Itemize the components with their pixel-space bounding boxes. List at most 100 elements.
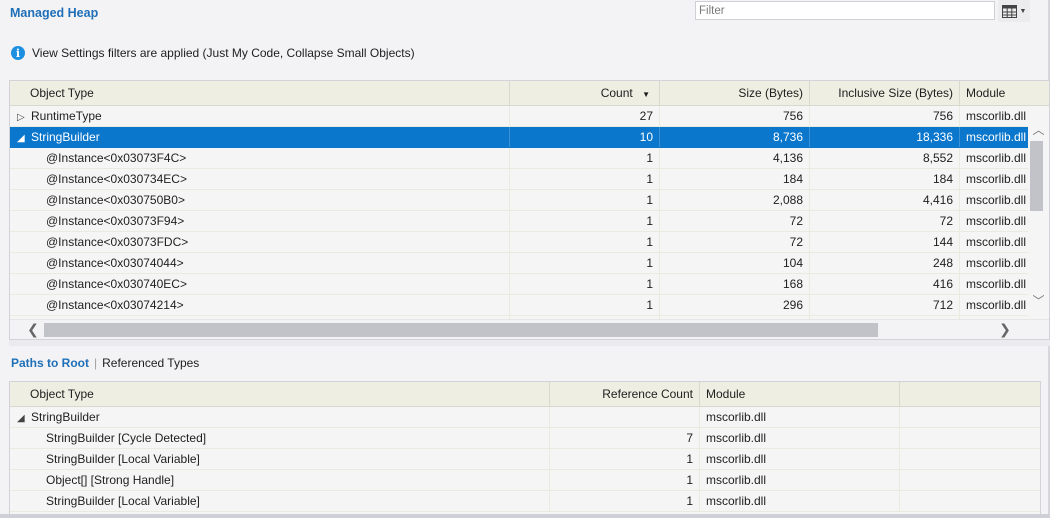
- cell-object-type: Object[] [Strong Handle]: [10, 470, 550, 490]
- table-header: Object Type Count ▼ Size (Bytes) Inclusi…: [10, 81, 1049, 106]
- cell-object-type: @Instance<0x030734EC>: [10, 169, 510, 189]
- object-type-label: StringBuilder: [31, 130, 100, 144]
- cell-module: mscorlib.dll: [966, 109, 1027, 123]
- table-row[interactable]: ◢ StringBuilder 10 8,736 18,336 mscorlib.dll: [10, 127, 1030, 148]
- column-header-inclusive-size[interactable]: Inclusive Size (Bytes): [810, 81, 960, 106]
- cell-empty: [900, 491, 1040, 511]
- cell-object-type: ◢ StringBuilder: [10, 127, 510, 147]
- cell-size: 72: [660, 211, 810, 231]
- cell-object-type: @Instance<0x03074214>: [10, 295, 510, 315]
- vertical-scroll-thumb[interactable]: [1030, 141, 1043, 211]
- cell-count: 27: [510, 106, 660, 126]
- table-row[interactable]: @Instance<0x03074214> 1 296 712 mscorlib.dll: [10, 295, 1030, 316]
- filters-info-banner: i View Settings filters are applied (Jus…: [11, 46, 415, 60]
- object-type-label: @Instance<0x030740EC>: [46, 277, 187, 291]
- cell-size: 72: [660, 232, 810, 252]
- sort-down-icon: ▼: [642, 90, 650, 99]
- table-grid-icon: [1001, 4, 1017, 18]
- tab-referenced-types[interactable]: Referenced Types: [102, 356, 199, 370]
- table-row[interactable]: @Instance<0x030740EC> 1 168 416 mscorlib.dll: [10, 274, 1030, 295]
- collapse-icon[interactable]: ◢: [17, 409, 31, 427]
- column-header-module[interactable]: Module: [700, 382, 900, 407]
- table-row[interactable]: StringBuilder [Local Variable] 1 mscorlib.…: [10, 449, 1040, 470]
- scroll-left-icon[interactable]: ❮: [24, 321, 42, 339]
- tab-paths-to-root[interactable]: Paths to Root: [11, 356, 89, 370]
- cell-inclusive-size: 8,552: [810, 148, 960, 168]
- column-header-count-label: Count: [600, 86, 633, 100]
- cell-reference-count: 1: [550, 449, 700, 469]
- cell-module: mscorlib.dll: [966, 235, 1027, 249]
- cell-reference-count: 1: [550, 470, 700, 490]
- scroll-up-icon[interactable]: ︿: [1031, 121, 1046, 137]
- column-header-reference-count[interactable]: Reference Count: [550, 382, 700, 407]
- cell-inclusive-size: 712: [810, 295, 960, 315]
- bottom-border: [0, 514, 1050, 518]
- cell-count: 10: [510, 127, 660, 147]
- object-type-label: StringBuilder: [31, 410, 100, 424]
- object-type-label: @Instance<0x03074214>: [46, 298, 184, 312]
- cell-module: mscorlib.dll: [700, 449, 900, 469]
- cell-inclusive-size: 144: [810, 232, 960, 252]
- cell-inclusive-size: 72: [810, 211, 960, 231]
- column-header-object-type[interactable]: Object Type: [10, 81, 510, 106]
- column-header-object-type[interactable]: Object Type: [10, 382, 550, 407]
- cell-module: mscorlib.dll: [700, 470, 900, 490]
- cell-size: 2,088: [660, 190, 810, 210]
- collapse-icon[interactable]: ◢: [17, 129, 31, 147]
- table-row[interactable]: @Instance<0x03073F4C> 1 4,136 8,552 mscorlib…: [10, 148, 1030, 169]
- cell-reference-count: 7: [550, 428, 700, 448]
- column-chooser-button[interactable]: ▼: [998, 0, 1030, 22]
- expand-icon[interactable]: ▷: [17, 108, 31, 126]
- cell-module: mscorlib.dll: [966, 277, 1027, 291]
- cell-count: 1: [510, 295, 660, 315]
- scroll-right-icon[interactable]: ❯: [996, 321, 1014, 339]
- cell-size: 184: [660, 169, 810, 189]
- cell-object-type: @Instance<0x03074044>: [10, 253, 510, 273]
- cell-object-type: @Instance<0x03073FDC>: [10, 232, 510, 252]
- table-row[interactable]: ▷ RuntimeType 27 756 756 mscorlib.dll: [10, 106, 1030, 127]
- splitter[interactable]: [9, 340, 1050, 346]
- cell-reference-count: 1: [550, 491, 700, 511]
- object-type-label: Object[] [Strong Handle]: [46, 473, 175, 487]
- table-row[interactable]: StringBuilder [Cycle Detected] 7 mscorlib.…: [10, 428, 1040, 449]
- cell-object-type: @Instance<0x03073F4C>: [10, 148, 510, 168]
- dropdown-caret-icon: ▼: [1019, 7, 1027, 15]
- filter-input[interactable]: [695, 1, 995, 20]
- object-type-label: @Instance<0x03073F94>: [46, 214, 185, 228]
- vertical-scrollbar[interactable]: ︿ ﹀: [1028, 106, 1049, 321]
- cell-empty: [900, 428, 1040, 448]
- column-header-count[interactable]: Count ▼: [510, 81, 660, 106]
- cell-object-type: StringBuilder [Local Variable]: [10, 491, 550, 511]
- cell-inclusive-size: 248: [810, 253, 960, 273]
- cell-size: 104: [660, 253, 810, 273]
- cell-module: mscorlib.dll: [966, 214, 1027, 228]
- table-row[interactable]: Object[] [Strong Handle] 1 mscorlib.dll: [10, 470, 1040, 491]
- scroll-down-icon[interactable]: ﹀: [1031, 292, 1046, 308]
- table-row[interactable]: ◢ StringBuilder mscorlib.dll: [10, 407, 1040, 428]
- cell-object-type: @Instance<0x030750B0>: [10, 190, 510, 210]
- tab-separator: |: [94, 356, 98, 370]
- cell-size: 8,736: [660, 127, 810, 147]
- table-header: Object Type Reference Count Module: [10, 382, 1040, 407]
- table-row[interactable]: @Instance<0x03074044> 1 104 248 mscorlib.dll: [10, 253, 1030, 274]
- column-header-size[interactable]: Size (Bytes): [660, 81, 810, 106]
- cell-module: mscorlib.dll: [700, 428, 900, 448]
- cell-inclusive-size: 416: [810, 274, 960, 294]
- table-body: ▷ RuntimeType 27 756 756 mscorlib.dll ◢ StringB…: [10, 106, 1030, 321]
- page-title: Managed Heap: [10, 6, 99, 20]
- table-row[interactable]: @Instance<0x030734EC> 1 184 184 mscorlib.dll: [10, 169, 1030, 190]
- column-header-module[interactable]: Module: [960, 81, 1030, 106]
- table-row[interactable]: @Instance<0x03073F94> 1 72 72 mscorlib.dll: [10, 211, 1030, 232]
- table-row[interactable]: StringBuilder [Local Variable] 1 mscorlib.…: [10, 491, 1040, 512]
- cell-object-type: StringBuilder [Cycle Detected]: [10, 428, 550, 448]
- cell-count: 1: [510, 190, 660, 210]
- column-header-empty: [900, 382, 1040, 407]
- cell-object-type: ◢ StringBuilder: [10, 407, 550, 427]
- horizontal-scrollbar[interactable]: ❮ ❯: [10, 319, 1049, 339]
- cell-count: 1: [510, 253, 660, 273]
- cell-object-type: @Instance<0x03073F94>: [10, 211, 510, 231]
- table-row[interactable]: @Instance<0x03073FDC> 1 72 144 mscorlib.dll: [10, 232, 1030, 253]
- horizontal-scroll-thumb[interactable]: [44, 323, 878, 337]
- table-row[interactable]: @Instance<0x030750B0> 1 2,088 4,416 mscorlib…: [10, 190, 1030, 211]
- cell-object-type: ▷ RuntimeType: [10, 106, 510, 126]
